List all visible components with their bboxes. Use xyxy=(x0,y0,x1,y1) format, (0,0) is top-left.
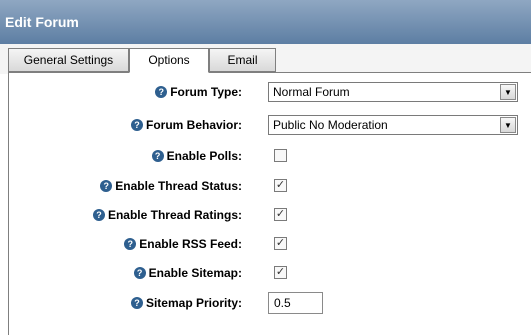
forum-type-label: ? Forum Type: xyxy=(155,85,242,99)
forum-type-row: ? Forum Type: Normal Forum ▼ xyxy=(0,82,531,104)
enable-thread-status-checkbox[interactable]: ✓ xyxy=(274,179,287,192)
help-icon[interactable]: ? xyxy=(92,209,105,221)
sitemap-priority-input[interactable]: 0.5 xyxy=(268,292,323,314)
forum-behavior-label: ? Forum Behavior: xyxy=(130,118,242,132)
enable-thread-ratings-checkbox[interactable]: ✓ xyxy=(274,208,287,221)
help-icon[interactable]: ? xyxy=(130,119,143,131)
tab-options[interactable]: Options xyxy=(129,48,209,73)
forum-type-select[interactable]: Normal Forum ▼ xyxy=(268,82,518,102)
tab-general-settings[interactable]: General Settings xyxy=(8,48,129,72)
help-icon[interactable]: ? xyxy=(130,297,143,309)
forum-behavior-row: ? Forum Behavior: Public No Moderation ▼ xyxy=(0,115,531,137)
help-icon[interactable]: ? xyxy=(124,238,137,250)
enable-polls-label: ? Enable Polls: xyxy=(151,149,242,163)
tab-email[interactable]: Email xyxy=(209,48,276,72)
enable-rss-feed-label: ? Enable RSS Feed: xyxy=(124,237,242,251)
forum-behavior-select[interactable]: Public No Moderation ▼ xyxy=(268,115,518,135)
enable-polls-checkbox[interactable] xyxy=(274,149,287,162)
help-icon[interactable]: ? xyxy=(151,150,164,162)
chevron-down-icon[interactable]: ▼ xyxy=(500,117,516,133)
enable-sitemap-label: ? Enable Sitemap: xyxy=(133,266,242,280)
enable-thread-ratings-label: ? Enable Thread Ratings: xyxy=(92,208,242,222)
enable-thread-status-label: ? Enable Thread Status: xyxy=(100,179,242,193)
forum-behavior-value: Public No Moderation xyxy=(273,118,388,132)
enable-rss-feed-checkbox[interactable]: ✓ xyxy=(274,237,287,250)
enable-sitemap-row: ? Enable Sitemap: ✓ xyxy=(0,263,531,285)
enable-thread-status-row: ? Enable Thread Status: ✓ xyxy=(0,176,531,198)
enable-rss-feed-row: ? Enable RSS Feed: ✓ xyxy=(0,234,531,256)
sitemap-priority-label: ? Sitemap Priority: xyxy=(130,296,242,310)
help-icon[interactable]: ? xyxy=(133,267,146,279)
help-icon[interactable]: ? xyxy=(100,180,113,192)
page-header: Edit Forum xyxy=(0,0,531,44)
help-icon[interactable]: ? xyxy=(155,86,168,98)
page-title: Edit Forum xyxy=(5,14,79,30)
enable-thread-ratings-row: ? Enable Thread Ratings: ✓ xyxy=(0,205,531,227)
chevron-down-icon[interactable]: ▼ xyxy=(500,84,516,100)
enable-sitemap-checkbox[interactable]: ✓ xyxy=(274,266,287,279)
sitemap-priority-row: ? Sitemap Priority: 0.5 xyxy=(0,292,531,314)
enable-polls-row: ? Enable Polls: xyxy=(0,146,531,168)
forum-type-value: Normal Forum xyxy=(273,85,350,99)
